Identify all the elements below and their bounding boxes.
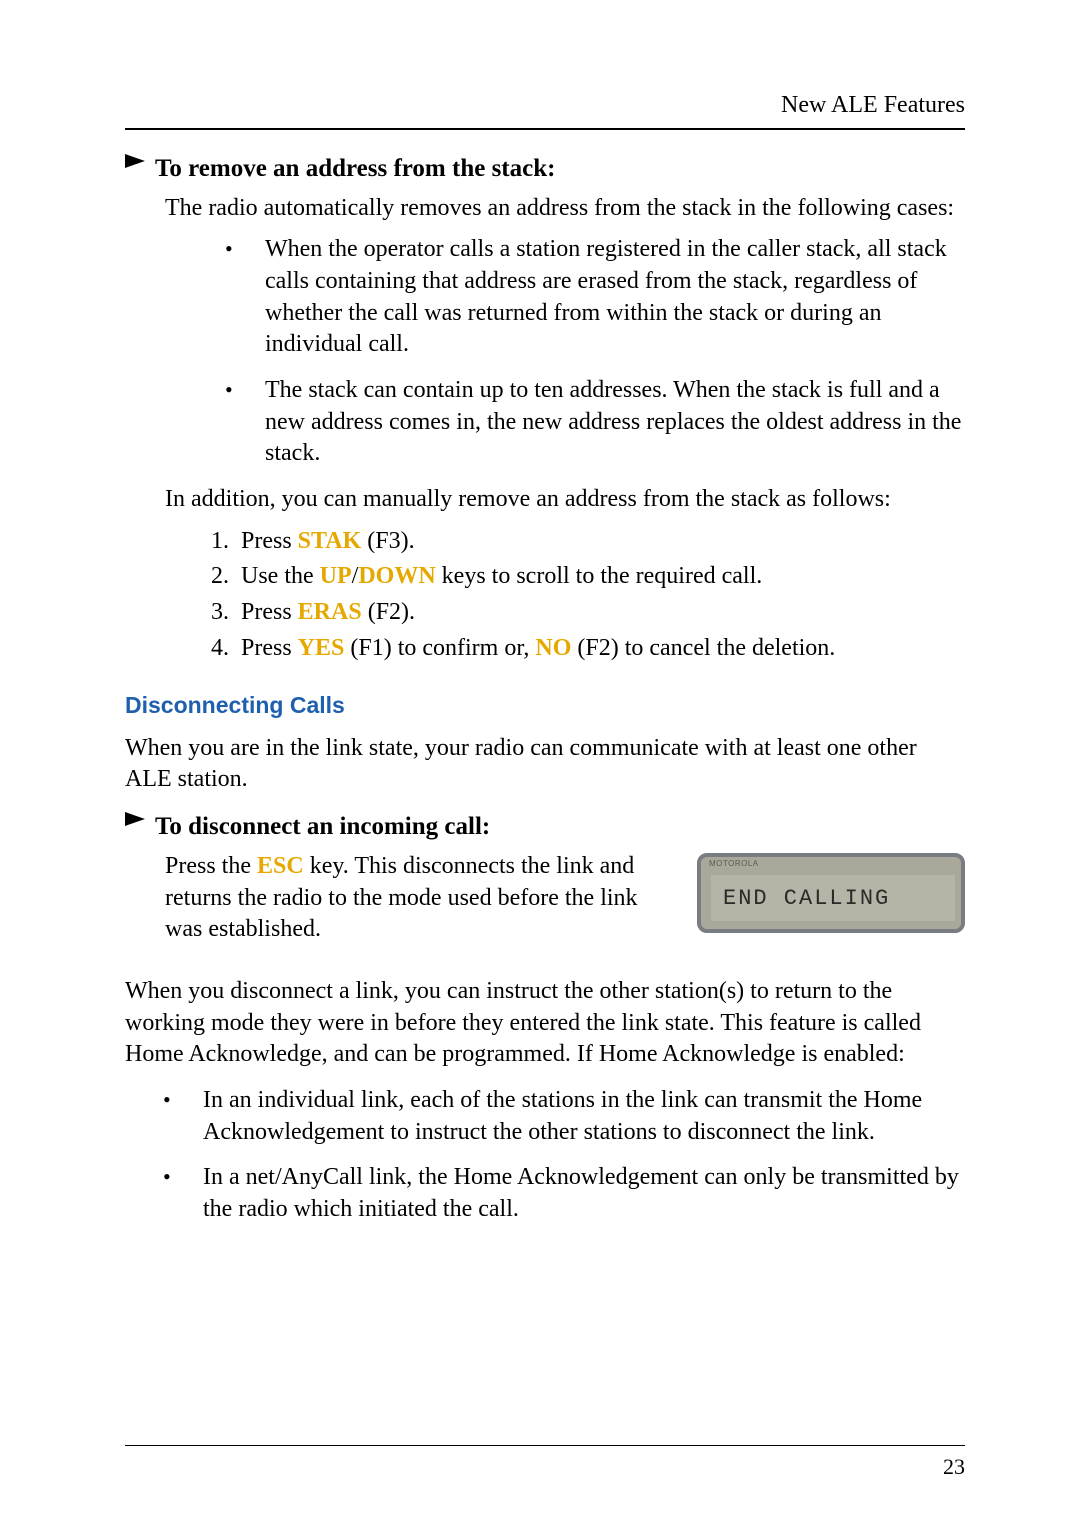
page-number: 23: [943, 1454, 965, 1479]
list-item: In an individual link, each of the stati…: [153, 1085, 965, 1148]
key-esc: ESC: [257, 853, 304, 879]
manual-remove-steps: Press STAK (F3). Use the UP/DOWN keys to…: [205, 526, 965, 665]
procedure-heading-remove-address: To remove an address from the stack:: [125, 152, 965, 185]
disconnecting-intro: When you are in the link state, your rad…: [125, 733, 965, 796]
procedure-heading-text: To disconnect an incoming call:: [155, 810, 490, 843]
lcd-brand-label: MOTOROLA: [709, 859, 759, 870]
key-yes: YES: [298, 635, 345, 661]
lcd-display: MOTOROLA END CALLING: [697, 853, 965, 933]
procedure-heading-disconnect: To disconnect an incoming call:: [125, 810, 965, 843]
list-item: In a net/AnyCall link, the Home Acknowle…: [153, 1162, 965, 1225]
step-item: Use the UP/DOWN keys to scroll to the re…: [235, 561, 965, 593]
key-down: DOWN: [358, 563, 435, 589]
home-ack-list: In an individual link, each of the stati…: [153, 1085, 965, 1226]
key-up: UP: [320, 563, 352, 589]
header-title: New ALE Features: [781, 92, 965, 118]
list-item: The stack can contain up to ten addresse…: [215, 375, 965, 470]
lcd-text: END CALLING: [711, 875, 955, 921]
step-item: Press ERAS (F2).: [235, 597, 965, 629]
home-ack-paragraph: When you disconnect a link, you can inst…: [125, 976, 965, 1071]
disconnect-instruction: Press the ESC key. This disconnects the …: [165, 851, 677, 946]
page-footer: 23: [125, 1445, 965, 1481]
auto-remove-cases-list: When the operator calls a station regist…: [215, 234, 965, 470]
list-item: When the operator calls a station regist…: [215, 234, 965, 361]
page-header: New ALE Features: [125, 90, 965, 130]
arrow-right-icon: [125, 810, 155, 828]
step-item: Press YES (F1) to confirm or, NO (F2) to…: [235, 633, 965, 665]
procedure-heading-text: To remove an address from the stack:: [155, 152, 555, 185]
key-stak: STAK: [298, 528, 362, 554]
intro-paragraph: The radio automatically removes an addre…: [165, 193, 965, 225]
followup-paragraph: In addition, you can manually remove an …: [165, 484, 965, 516]
key-no: NO: [535, 635, 571, 661]
section-heading-disconnecting: Disconnecting Calls: [125, 690, 965, 720]
key-eras: ERAS: [298, 599, 362, 625]
step-item: Press STAK (F3).: [235, 526, 965, 558]
arrow-right-icon: [125, 152, 155, 170]
